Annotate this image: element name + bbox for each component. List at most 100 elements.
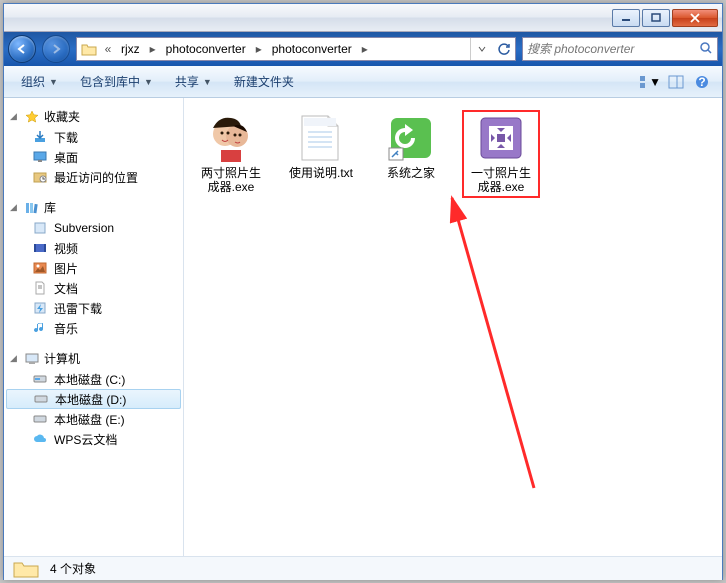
music-icon [32, 320, 48, 336]
sidebar-item-label: 本地磁盘 (E:) [54, 411, 125, 428]
sidebar-item-drive-e[interactable]: 本地磁盘 (E:) [4, 409, 183, 429]
chevron-right-icon[interactable]: ▸ [252, 38, 266, 60]
navbar: « rjxz ▸ photoconverter ▸ photoconverter… [4, 32, 722, 66]
sidebar-item-label: 图片 [54, 260, 78, 277]
collapse-icon: ◢ [10, 353, 20, 364]
back-button[interactable] [8, 35, 36, 63]
cloud-icon [32, 431, 48, 447]
drive-icon [33, 391, 49, 407]
file-name: 两寸照片生成器.exe [196, 166, 266, 194]
crumb-prefix[interactable]: « [101, 38, 115, 60]
thunder-icon [32, 300, 48, 316]
file-item[interactable]: 系统之家 [372, 110, 450, 184]
newfolder-button[interactable]: 新建文件夹 [225, 68, 303, 95]
chevron-right-icon[interactable]: ▸ [146, 38, 160, 60]
sidebar-item-svn[interactable]: Subversion [4, 218, 183, 238]
crumb-seg[interactable]: photoconverter [160, 38, 252, 60]
forward-button[interactable] [42, 35, 70, 63]
newfolder-label: 新建文件夹 [234, 73, 294, 90]
sidebar-item-thunder[interactable]: 迅雷下载 [4, 298, 183, 318]
file-name: 系统之家 [387, 166, 435, 180]
include-label: 包含到库中 [80, 73, 140, 90]
file-icon-app [477, 114, 525, 162]
sidebar-item-label: 桌面 [54, 149, 78, 166]
svg-text:?: ? [698, 75, 705, 89]
folder-large-icon [12, 559, 40, 579]
desktop-icon [32, 149, 48, 165]
refresh-button[interactable] [493, 38, 515, 60]
share-button[interactable]: 共享▼ [166, 68, 221, 95]
drive-icon [32, 411, 48, 427]
file-name: 使用说明.txt [289, 166, 353, 180]
address-dropdown[interactable] [471, 38, 493, 60]
sidebar-item-label: 本地磁盘 (D:) [55, 391, 126, 408]
include-button[interactable]: 包含到库中▼ [71, 68, 162, 95]
computer-icon [24, 351, 40, 367]
collapse-icon: ◢ [10, 111, 20, 122]
search-icon[interactable] [699, 41, 713, 58]
view-button[interactable]: ▼ [638, 71, 662, 93]
sidebar-item-downloads[interactable]: 下载 [4, 127, 183, 147]
status-count: 4 个对象 [50, 560, 96, 577]
sidebar-item-drive-c[interactable]: 本地磁盘 (C:) [4, 369, 183, 389]
file-item[interactable]: 两寸照片生成器.exe [192, 110, 270, 198]
sidebar-item-label: Subversion [54, 221, 114, 235]
library-label: 库 [44, 199, 56, 216]
sidebar-item-label: 本地磁盘 (C:) [54, 371, 125, 388]
crumb-seg[interactable]: rjxz [115, 38, 146, 60]
help-button[interactable]: ? [690, 71, 714, 93]
titlebar [4, 4, 722, 32]
drive-icon [32, 371, 48, 387]
file-name: 一寸照片生成器.exe [466, 166, 536, 194]
sidebar-item-drive-d[interactable]: 本地磁盘 (D:) [6, 389, 181, 409]
file-icon-photo [207, 114, 255, 162]
crumb-seg[interactable]: photoconverter [266, 38, 358, 60]
sidebar-item-label: 迅雷下载 [54, 300, 102, 317]
minimize-button[interactable] [612, 9, 640, 27]
picture-icon [32, 260, 48, 276]
address-bar[interactable]: « rjxz ▸ photoconverter ▸ photoconverter… [76, 37, 516, 61]
close-button[interactable] [672, 9, 718, 27]
file-item-highlighted[interactable]: 一寸照片生成器.exe [462, 110, 540, 198]
recent-icon [32, 169, 48, 185]
content-pane[interactable]: 两寸照片生成器.exe 使用说明.txt 系统之家 [184, 98, 722, 556]
sidebar-item-label: 音乐 [54, 320, 78, 337]
sidebar-item-desktop[interactable]: 桌面 [4, 147, 183, 167]
favorites-label: 收藏夹 [44, 108, 80, 125]
video-icon [32, 240, 48, 256]
file-item[interactable]: 使用说明.txt [282, 110, 360, 184]
favorites-header[interactable]: ◢ 收藏夹 [4, 106, 183, 127]
breadcrumb: « rjxz ▸ photoconverter ▸ photoconverter… [101, 38, 372, 60]
sidebar-item-music[interactable]: 音乐 [4, 318, 183, 338]
file-icon-shortcut [387, 114, 435, 162]
library-icon [24, 200, 40, 216]
sidebar-group-computer: ◢ 计算机 本地磁盘 (C:) 本地磁盘 (D:) 本地磁盘 (E:) WPS云… [4, 348, 183, 449]
organize-button[interactable]: 组织 ▼ [12, 68, 67, 95]
chevron-down-icon: ▼ [49, 77, 58, 87]
sidebar-item-label: 视频 [54, 240, 78, 257]
sidebar-item-documents[interactable]: 文档 [4, 278, 183, 298]
maximize-button[interactable] [642, 9, 670, 27]
sidebar-item-wps-cloud[interactable]: WPS云文档 [4, 429, 183, 449]
sidebar-item-video[interactable]: 视频 [4, 238, 183, 258]
download-icon [32, 129, 48, 145]
sidebar-item-label: WPS云文档 [54, 431, 117, 448]
sidebar-group-library: ◢ 库 Subversion 视频 图片 文档 迅雷下载 音乐 [4, 197, 183, 338]
document-icon [32, 280, 48, 296]
search-input[interactable] [527, 42, 699, 56]
computer-header[interactable]: ◢ 计算机 [4, 348, 183, 369]
sidebar-item-label: 文档 [54, 280, 78, 297]
chevron-down-icon: ▼ [649, 75, 661, 89]
sidebar-item-recent[interactable]: 最近访问的位置 [4, 167, 183, 187]
preview-pane-button[interactable] [664, 71, 688, 93]
search-box[interactable] [522, 37, 718, 61]
titlebar-left-spacer [12, 10, 52, 24]
sidebar-item-label: 最近访问的位置 [54, 169, 138, 186]
sidebar: ◢ 收藏夹 下载 桌面 最近访问的位置 ◢ 库 Subversion 视频 图片… [4, 98, 184, 556]
chevron-right-icon[interactable]: ▸ [358, 38, 372, 60]
organize-label: 组织 [21, 73, 45, 90]
file-list: 两寸照片生成器.exe 使用说明.txt 系统之家 [192, 110, 714, 198]
library-header[interactable]: ◢ 库 [4, 197, 183, 218]
sidebar-item-pictures[interactable]: 图片 [4, 258, 183, 278]
toolbar: 组织 ▼ 包含到库中▼ 共享▼ 新建文件夹 ▼ ? [4, 66, 722, 98]
